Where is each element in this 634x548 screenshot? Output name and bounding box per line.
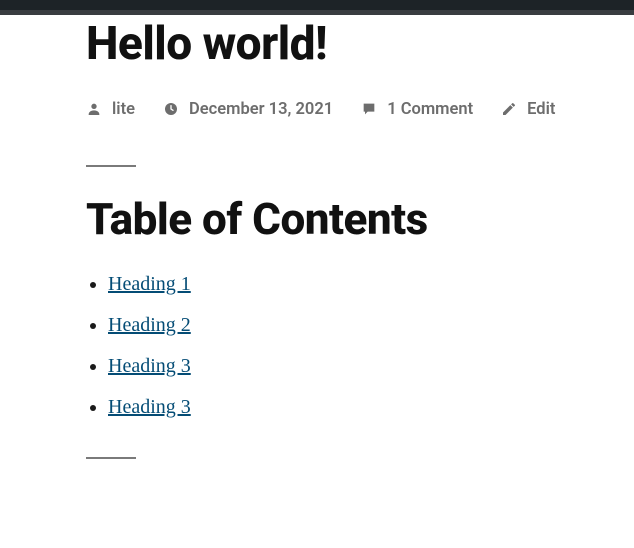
toc-link[interactable]: Heading 3 bbox=[108, 396, 191, 418]
list-item: Heading 2 bbox=[108, 314, 634, 337]
toc-heading: Table of Contents bbox=[86, 195, 634, 243]
admin-bar[interactable] bbox=[0, 0, 634, 10]
meta-edit[interactable]: Edit bbox=[501, 100, 555, 119]
comment-icon bbox=[361, 101, 377, 117]
meta-edit-label: Edit bbox=[527, 100, 555, 119]
meta-author-label: lite bbox=[112, 100, 135, 119]
meta-comments[interactable]: 1 Comment bbox=[361, 100, 473, 119]
author-icon bbox=[86, 101, 102, 117]
post-title: Hello world! bbox=[86, 19, 634, 70]
list-item: Heading 3 bbox=[108, 396, 634, 419]
divider bbox=[86, 165, 136, 167]
toc-link[interactable]: Heading 3 bbox=[108, 355, 191, 377]
meta-date-label: December 13, 2021 bbox=[189, 100, 333, 119]
toc-link[interactable]: Heading 1 bbox=[108, 273, 191, 295]
list-item: Heading 3 bbox=[108, 355, 634, 378]
toc-list: Heading 1 Heading 2 Heading 3 Heading 3 bbox=[86, 273, 634, 419]
meta-comments-label: 1 Comment bbox=[387, 100, 473, 119]
clock-icon bbox=[163, 101, 179, 117]
admin-bar-strip bbox=[0, 10, 634, 15]
pencil-icon bbox=[501, 101, 517, 117]
toc-link[interactable]: Heading 2 bbox=[108, 314, 191, 336]
divider bbox=[86, 457, 136, 459]
list-item: Heading 1 bbox=[108, 273, 634, 296]
post-meta: lite December 13, 2021 1 Comment Edit bbox=[86, 100, 634, 119]
meta-author[interactable]: lite bbox=[86, 100, 135, 119]
meta-date[interactable]: December 13, 2021 bbox=[163, 100, 333, 119]
